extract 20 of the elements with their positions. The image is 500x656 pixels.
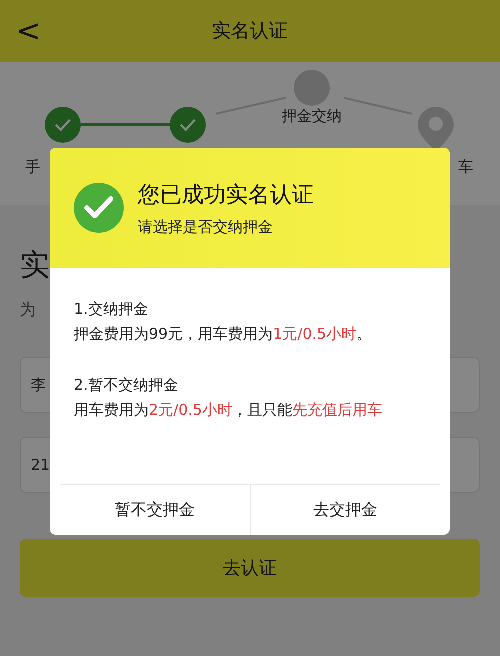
step-label: 手 [26, 158, 40, 177]
option-heading: 2.暂不交纳押金 [74, 376, 180, 395]
verify-button[interactable]: 去认证 [20, 539, 480, 597]
section-subtitle: 为 [20, 300, 36, 321]
step-label: 车 [458, 158, 474, 177]
option-heading: 1.交纳押金 [74, 300, 150, 319]
check-circle-icon [74, 183, 124, 233]
page-title: 实名认证 [212, 19, 288, 44]
dialog-button[interactable]: 去交押金 [250, 485, 440, 535]
option-detail: 用车费用为2元/0.5小时，且只能先充值后用车 [74, 401, 384, 420]
option-detail: 押金费用为99元，用车费用为1元/0.5小时。 [74, 325, 373, 344]
dialog-subtitle: 请选择是否交纳押金 [138, 218, 274, 236]
step-label: 押金交纳 [282, 107, 342, 126]
dialog-title: 您已成功实名认证 [138, 182, 314, 210]
step-connector [344, 97, 412, 115]
check-icon [54, 118, 72, 132]
check-icon [179, 118, 197, 132]
back-button[interactable]: < [12, 14, 46, 49]
section-heading: 实 [20, 247, 51, 285]
dialog-button[interactable]: 暂不交押金 [60, 485, 250, 535]
